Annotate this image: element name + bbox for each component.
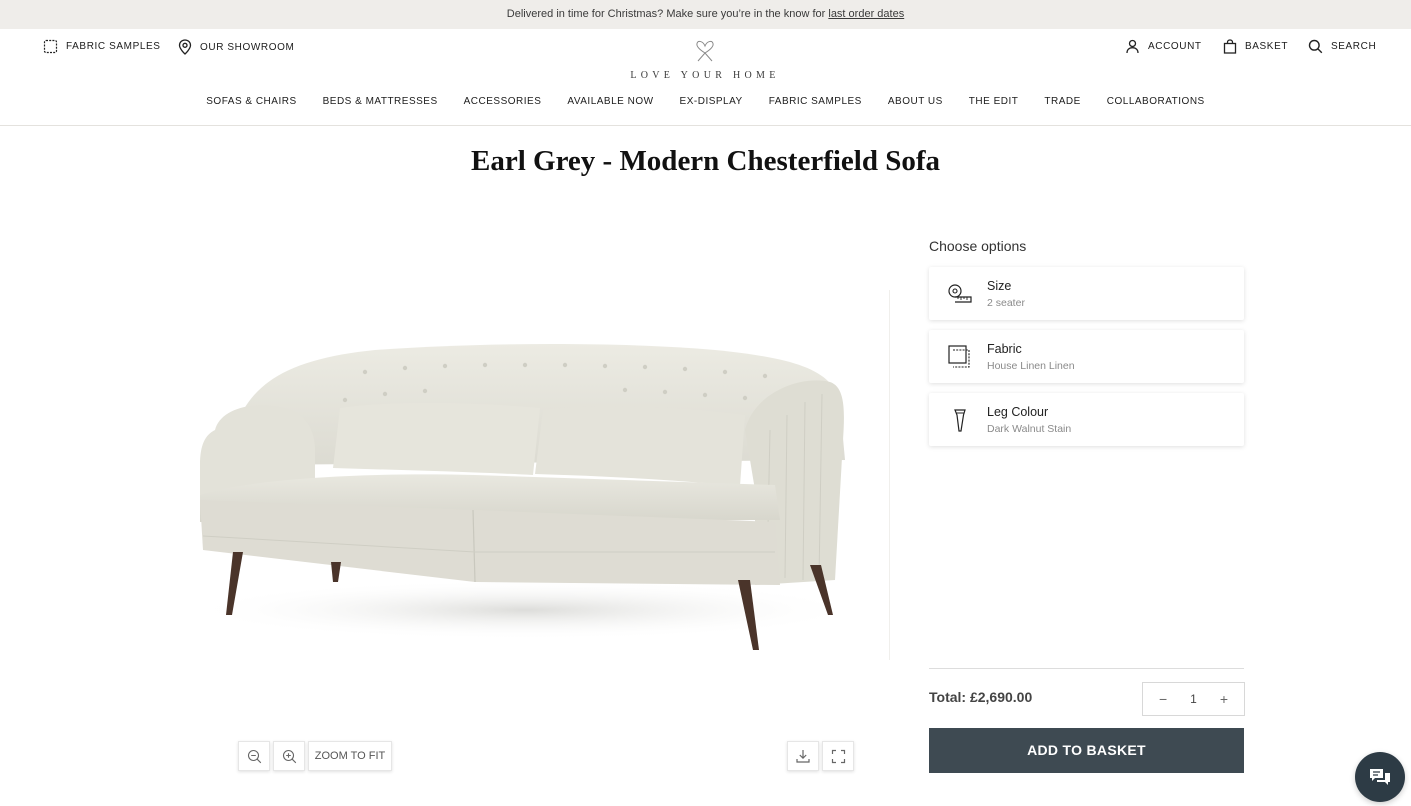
heart-ribbon-icon [696,40,714,62]
search-label: SEARCH [1331,41,1377,52]
nav-item-accessories[interactable]: ACCESSORIES [464,96,542,107]
total-price: Total: £2,690.00 [929,689,1033,705]
site-header: FABRIC SAMPLES OUR SHOWROOM LOVE YOUR HO… [0,29,1411,126]
main-nav: SOFAS & CHAIRS BEDS & MATTRESSES ACCESSO… [0,96,1411,107]
option-size-label: Size [987,279,1012,293]
viewer-divider [889,290,890,660]
download-icon [796,750,810,763]
fabric-samples-label: FABRIC SAMPLES [66,41,161,52]
location-pin-icon [178,39,192,55]
zoom-out-icon [247,749,261,763]
nav-item-about-us[interactable]: ABOUT US [888,96,943,107]
fullscreen-icon [831,749,845,763]
nav-item-beds-mattresses[interactable]: BEDS & MATTRESSES [323,96,438,107]
account-link[interactable]: ACCOUNT [1125,39,1202,54]
quantity-value[interactable]: 1 [1190,692,1197,706]
option-fabric-value: House Linen Linen [987,360,1075,372]
announcement-bar: Delivered in time for Christmas? Make su… [0,0,1411,29]
option-size[interactable]: Size 2 seater [929,267,1244,320]
decrease-quantity-button[interactable]: − [1159,691,1167,707]
option-leg-colour-value: Dark Walnut Stain [987,423,1072,435]
zoom-out-button[interactable] [238,741,270,771]
nav-item-fabric-samples[interactable]: FABRIC SAMPLES [769,96,862,107]
nav-item-available-now[interactable]: AVAILABLE NOW [567,96,653,107]
brand-name: LOVE YOUR HOME [630,70,780,81]
chat-button[interactable] [1355,752,1405,802]
showroom-label: OUR SHOWROOM [200,41,295,53]
nav-item-collaborations[interactable]: COLLABORATIONS [1107,96,1205,107]
fabric-samples-link[interactable]: FABRIC SAMPLES [43,39,161,54]
quantity-stepper: − 1 + [1142,682,1245,716]
fullscreen-button[interactable] [822,741,854,771]
product-title: Earl Grey - Modern Chesterfield Sofa [470,145,940,177]
sofa-leg-icon [954,409,966,432]
bag-icon [1223,39,1237,54]
search-icon [1308,39,1323,54]
account-label: ACCOUNT [1148,41,1202,52]
search-link[interactable]: SEARCH [1308,39,1376,54]
choose-options-heading: Choose options [929,238,1027,254]
basket-link[interactable]: BASKET [1223,39,1288,54]
last-order-dates-link[interactable]: last order dates [828,8,904,20]
swatch-icon [43,39,58,54]
option-leg-colour-label: Leg Colour [987,405,1049,419]
announcement-text: Delivered in time for Christmas? Make su… [506,8,829,20]
nav-item-the-edit[interactable]: THE EDIT [969,96,1019,107]
zoom-in-icon [282,749,296,763]
total-divider [929,668,1244,669]
product-image[interactable] [155,290,890,655]
nav-item-sofas-chairs[interactable]: SOFAS & CHAIRS [206,96,296,107]
basket-label: BASKET [1245,41,1289,52]
option-fabric-label: Fabric [987,342,1022,356]
nav-item-trade[interactable]: TRADE [1044,96,1080,107]
showroom-link[interactable]: OUR SHOWROOM [178,39,294,55]
add-to-basket-button[interactable]: ADD TO BASKET [929,728,1244,773]
user-icon [1126,39,1139,54]
option-fabric[interactable]: Fabric House Linen Linen [929,330,1244,383]
option-leg-colour[interactable]: Leg Colour Dark Walnut Stain [929,393,1244,446]
option-size-value: 2 seater [987,297,1025,309]
tape-measure-icon [948,284,972,303]
increase-quantity-button[interactable]: + [1220,691,1228,707]
zoom-to-fit-button[interactable]: ZOOM TO FIT [308,741,392,771]
brand-logo[interactable]: LOVE YOUR HOME [620,37,790,81]
zoom-to-fit-label: ZOOM TO FIT [314,750,386,762]
zoom-in-button[interactable] [273,741,305,771]
download-button[interactable] [787,741,819,771]
fabric-swatch-icon [948,345,970,368]
nav-item-ex-display[interactable]: EX-DISPLAY [680,96,743,107]
chat-icon [1370,769,1390,785]
